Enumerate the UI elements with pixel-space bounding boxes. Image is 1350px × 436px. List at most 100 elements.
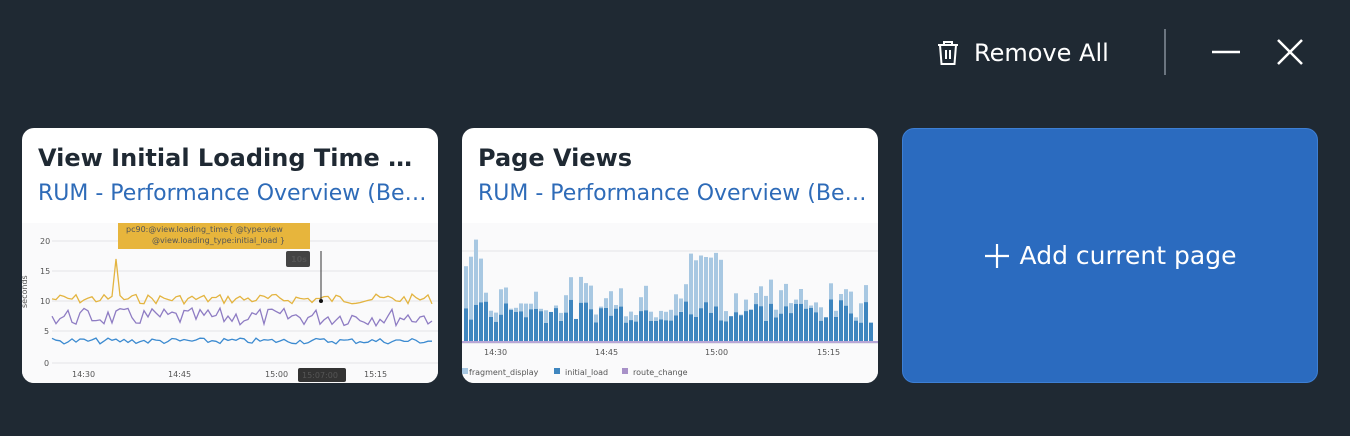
chart-bar xyxy=(679,298,683,312)
chart-bar xyxy=(599,308,603,341)
chart-bar xyxy=(784,306,788,341)
chart-bar xyxy=(859,322,863,341)
chart-bar xyxy=(504,303,508,341)
chart-bar xyxy=(569,277,573,300)
chart-bar xyxy=(499,289,503,315)
chart-bar xyxy=(714,252,718,307)
chart-bar xyxy=(674,294,678,316)
x-tick: 15:15 xyxy=(817,348,840,357)
chart-bar xyxy=(754,304,758,341)
chart-bar xyxy=(839,300,843,341)
chart-bar xyxy=(639,311,643,341)
card-subtitle-link[interactable]: RUM - Performance Overview (Beta) xyxy=(38,181,428,206)
chart-bar xyxy=(869,322,873,341)
saved-view-card-page-views[interactable]: Page Views RUM - Performance Overview (B… xyxy=(462,128,878,383)
chart-bar xyxy=(784,283,788,307)
chart-bar xyxy=(664,320,668,341)
chart-bar xyxy=(619,306,623,341)
chart-bar xyxy=(649,320,653,341)
chart-bar xyxy=(669,320,673,341)
chart-bar xyxy=(729,316,733,341)
chart-bar xyxy=(559,320,563,341)
chart-bar xyxy=(804,299,808,309)
chart-bar xyxy=(594,322,598,341)
chart-bar xyxy=(509,308,513,311)
chart-bar xyxy=(774,317,778,341)
chart-bar xyxy=(829,299,833,341)
chart-bar xyxy=(659,319,663,341)
chart-bar xyxy=(704,257,708,303)
chart-bar xyxy=(479,258,483,303)
chart-bar xyxy=(839,294,843,301)
chart-bar xyxy=(509,310,513,341)
plus-icon xyxy=(984,243,1009,268)
chart-bar xyxy=(779,290,783,314)
y-tick: 5 xyxy=(44,327,49,336)
minimize-icon xyxy=(1212,50,1240,54)
chart-bar xyxy=(464,266,468,309)
chart-bar xyxy=(819,307,823,321)
chart-bar xyxy=(764,321,768,341)
chart-bar xyxy=(739,315,743,341)
chart-bar xyxy=(484,292,488,302)
minimize-button[interactable] xyxy=(1210,36,1242,68)
chart-bar xyxy=(599,306,603,309)
chart-bar xyxy=(789,303,793,314)
remove-all-button[interactable]: Remove All xyxy=(936,34,1109,72)
chart-bar xyxy=(579,302,583,341)
chart-bar xyxy=(694,260,698,317)
chart-bar xyxy=(749,309,753,341)
chart-bar xyxy=(549,312,553,341)
chart-bar xyxy=(769,303,773,341)
chart-bar xyxy=(719,259,723,321)
chart-bar xyxy=(854,320,858,341)
x-tick: 14:30 xyxy=(72,370,95,379)
saved-view-card-loading-time[interactable]: View Initial Loading Time Metrics RUM - … xyxy=(22,128,438,383)
card-title: View Initial Loading Time Metrics xyxy=(38,144,428,172)
chart-bar xyxy=(644,310,648,341)
chart-bar xyxy=(799,303,803,341)
chart-bar xyxy=(489,317,493,341)
chart-bar xyxy=(479,302,483,341)
chart-bar xyxy=(769,279,773,304)
chart-bar xyxy=(794,299,798,304)
chart-bar xyxy=(809,305,813,308)
chart-bar xyxy=(469,256,473,320)
chart-bar xyxy=(709,312,713,341)
chart-bar xyxy=(664,311,668,321)
chart-bar xyxy=(589,309,593,341)
toolbar-divider xyxy=(1164,29,1166,75)
chart-bar xyxy=(834,310,838,318)
y-tick: 15 xyxy=(40,267,50,276)
chart-bar xyxy=(464,308,468,341)
chart-bar xyxy=(559,312,563,321)
chart-bar xyxy=(539,308,543,312)
y-tick: 0 xyxy=(44,359,49,368)
chart-bar xyxy=(694,317,698,341)
chart-bar xyxy=(764,295,768,321)
chart-bar xyxy=(659,310,663,320)
card-subtitle-link[interactable]: RUM - Performance Overview (Beta) xyxy=(478,181,868,206)
chart-bar xyxy=(834,317,838,341)
chart-bar xyxy=(619,288,623,307)
chart-bar xyxy=(494,321,498,341)
add-current-page-button[interactable]: Add current page xyxy=(902,128,1318,383)
chart-bar xyxy=(714,306,718,341)
chart-bar xyxy=(534,308,538,341)
chart-bar xyxy=(869,322,873,323)
chart-bar xyxy=(534,291,538,309)
chart-bar xyxy=(539,311,543,341)
chart-bar xyxy=(469,319,473,341)
chart-bar xyxy=(814,312,818,341)
card-thumbnail-bar-chart: 14:30 14:45 15:00 15:15 fragment_display… xyxy=(462,223,878,383)
chart-bar xyxy=(584,302,588,341)
chart-bar xyxy=(514,311,518,341)
chart-bar xyxy=(474,239,478,305)
close-button[interactable] xyxy=(1274,36,1306,68)
chart-bar xyxy=(804,308,808,341)
chart-bar xyxy=(629,320,633,341)
chart-series-line xyxy=(51,306,433,328)
chart-bar xyxy=(744,311,748,341)
x-tick: 14:45 xyxy=(595,348,618,357)
y-axis-label: seconds xyxy=(22,275,29,308)
